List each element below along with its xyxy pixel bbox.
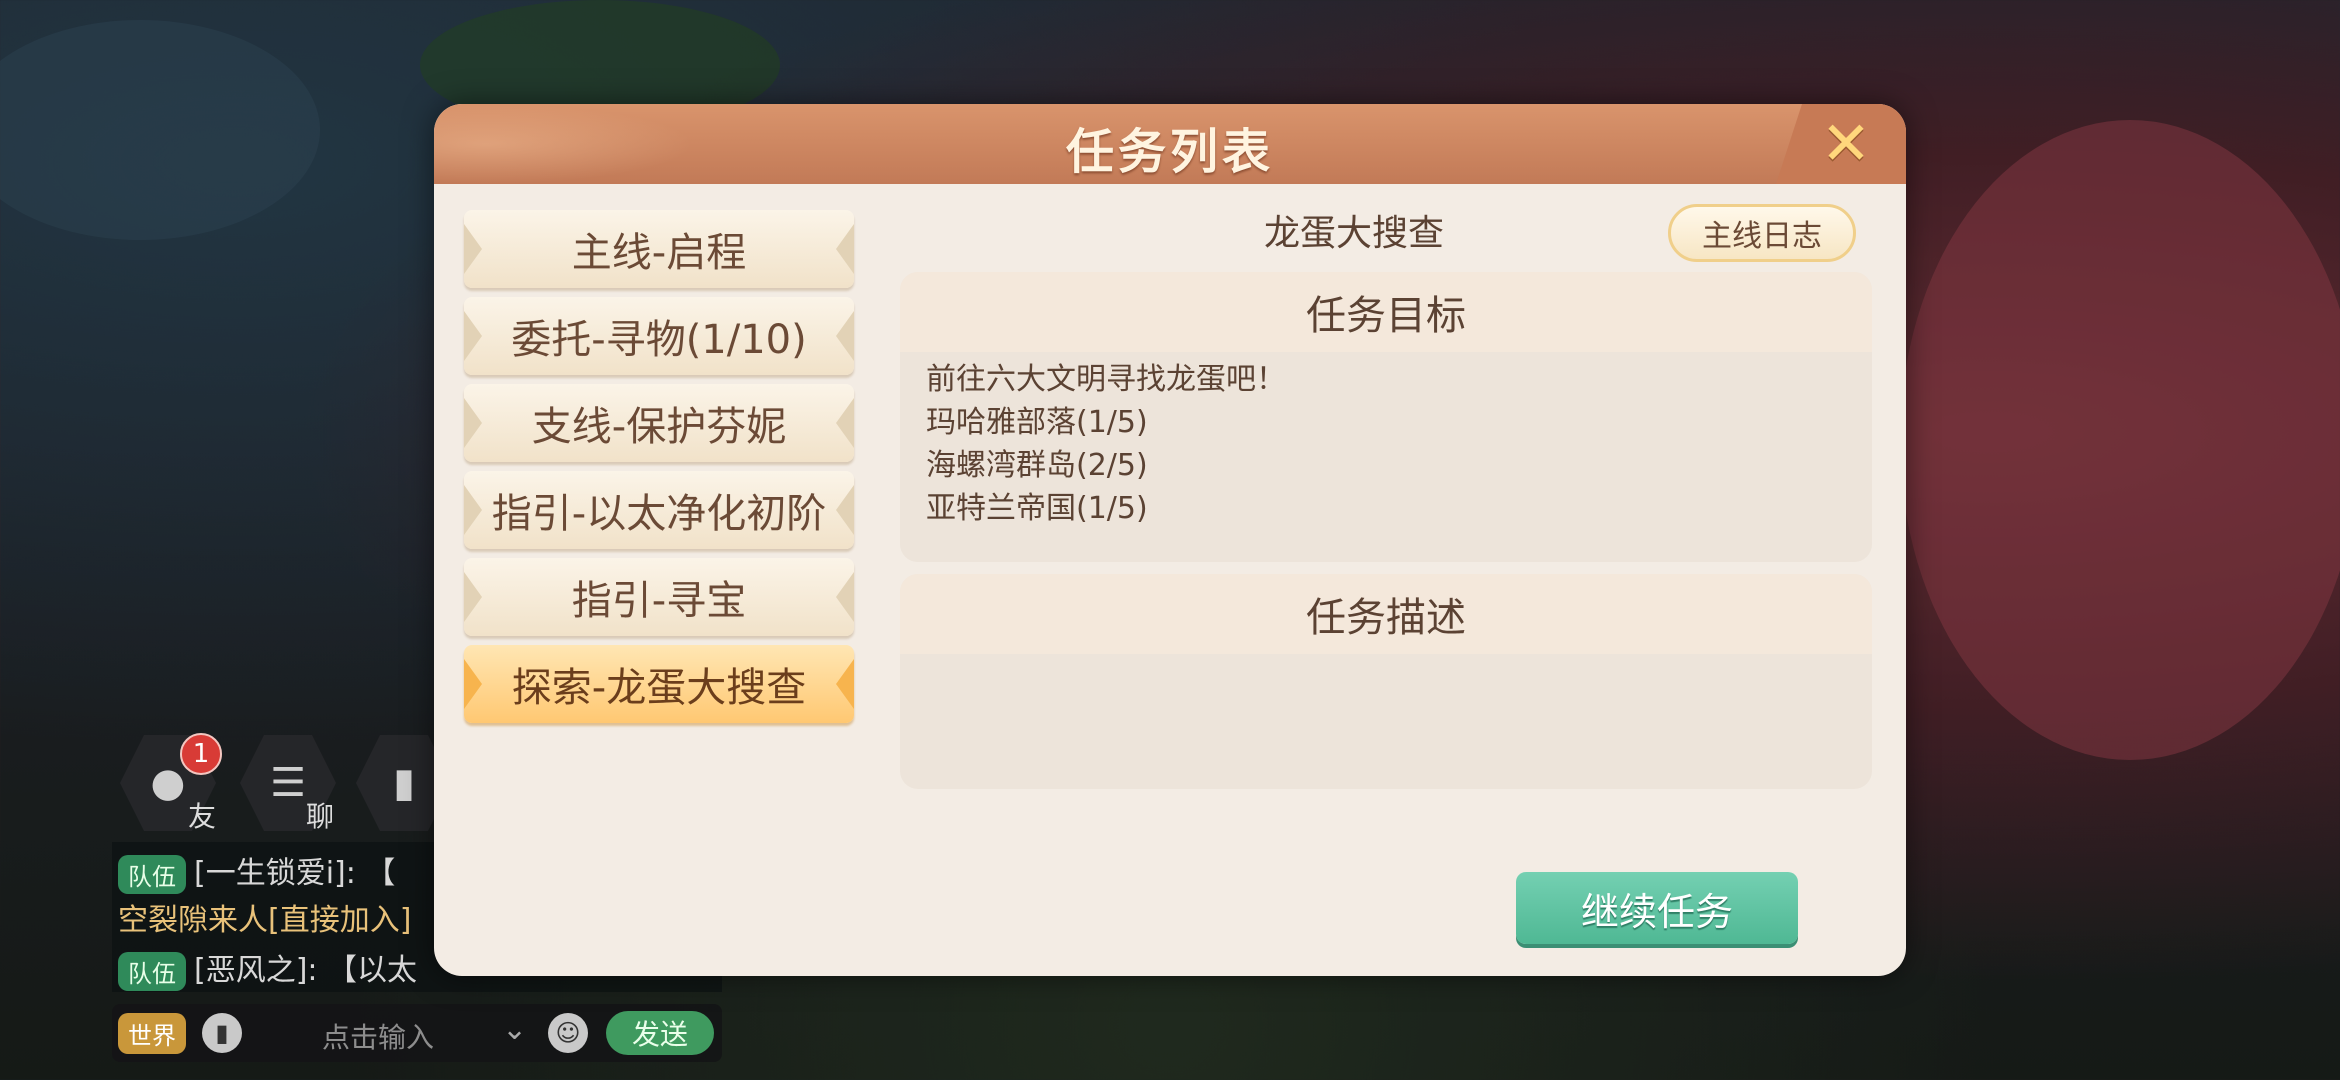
goal-header: 任务目标 bbox=[900, 272, 1872, 352]
chat-line: 队伍 [恶风之]: 【以太 bbox=[118, 945, 417, 991]
chat-label: 聊 bbox=[306, 800, 335, 833]
scroll-fade bbox=[900, 522, 1872, 562]
goal-item: 海螺湾群岛(2/5) bbox=[926, 448, 1148, 483]
team-tag: 队伍 bbox=[118, 952, 186, 991]
friend-label: 友 bbox=[188, 800, 217, 833]
quest-name: 龙蛋大搜查 bbox=[1263, 213, 1444, 254]
tab-guide-treasure[interactable]: 指引-寻宝 bbox=[464, 558, 854, 636]
tab-guide-purify[interactable]: 指引-以太净化初阶 bbox=[464, 471, 854, 549]
goal-list: 前往六大文明寻找龙蛋吧！ 玛哈雅部落(1/5) 海螺湾群岛(2/5) 亚特兰帝国… bbox=[900, 352, 1872, 536]
description-header: 任务描述 bbox=[900, 574, 1872, 654]
chat-icon: ☰ bbox=[270, 760, 306, 806]
world-channel-tag[interactable]: 世界 bbox=[118, 1012, 186, 1054]
tab-main-quest[interactable]: 主线-启程 bbox=[464, 210, 854, 288]
send-button[interactable]: 发送 bbox=[606, 1011, 714, 1055]
friend-icon: ● bbox=[150, 760, 186, 806]
team-tag: 队伍 bbox=[118, 855, 186, 894]
tab-commission[interactable]: 委托-寻物(1/10) bbox=[464, 297, 854, 375]
voice-input-icon[interactable]: ▮ bbox=[202, 1013, 242, 1053]
chat-input-bar: 世界 ▮ 点击输入 ⌄ ☺ 发送 bbox=[112, 1004, 722, 1062]
chat-line: 队伍 [一生锁爱i]: 【 bbox=[118, 848, 395, 894]
goal-item: 玛哈雅部落(1/5) bbox=[926, 405, 1148, 440]
goal-item: 前往六大文明寻找龙蛋吧！ bbox=[926, 362, 1286, 397]
emoji-icon[interactable]: ☺ bbox=[548, 1013, 588, 1053]
description-panel: 任务描述 bbox=[900, 574, 1872, 789]
tab-side-quest[interactable]: 支线-保护芬妮 bbox=[464, 384, 854, 462]
microphone-icon: ▮ bbox=[392, 760, 415, 806]
goal-panel[interactable]: 任务目标 前往六大文明寻找龙蛋吧！ 玛哈雅部落(1/5) 海螺湾群岛(2/5) … bbox=[900, 272, 1872, 562]
main-log-button[interactable]: 主线日志 bbox=[1668, 204, 1856, 262]
chevron-down-icon[interactable]: ⌄ bbox=[502, 1012, 527, 1047]
close-icon[interactable]: ✕ bbox=[1818, 114, 1874, 174]
dialog-title: 任务列表 bbox=[1065, 124, 1274, 180]
chat-line: 空裂隙来人[直接加入] bbox=[118, 903, 412, 938]
task-list-dialog: 任务列表 ✕ 主线-启程 委托-寻物(1/10) 支线-保护芬妮 指引-以太净化… bbox=[434, 104, 1906, 976]
continue-task-button[interactable]: 继续任务 bbox=[1516, 872, 1798, 944]
tab-explore-dragon-egg[interactable]: 探索-龙蛋大搜查 bbox=[464, 645, 854, 723]
friend-badge: 1 bbox=[180, 733, 222, 775]
dialog-header: 任务列表 ✕ bbox=[434, 104, 1906, 184]
